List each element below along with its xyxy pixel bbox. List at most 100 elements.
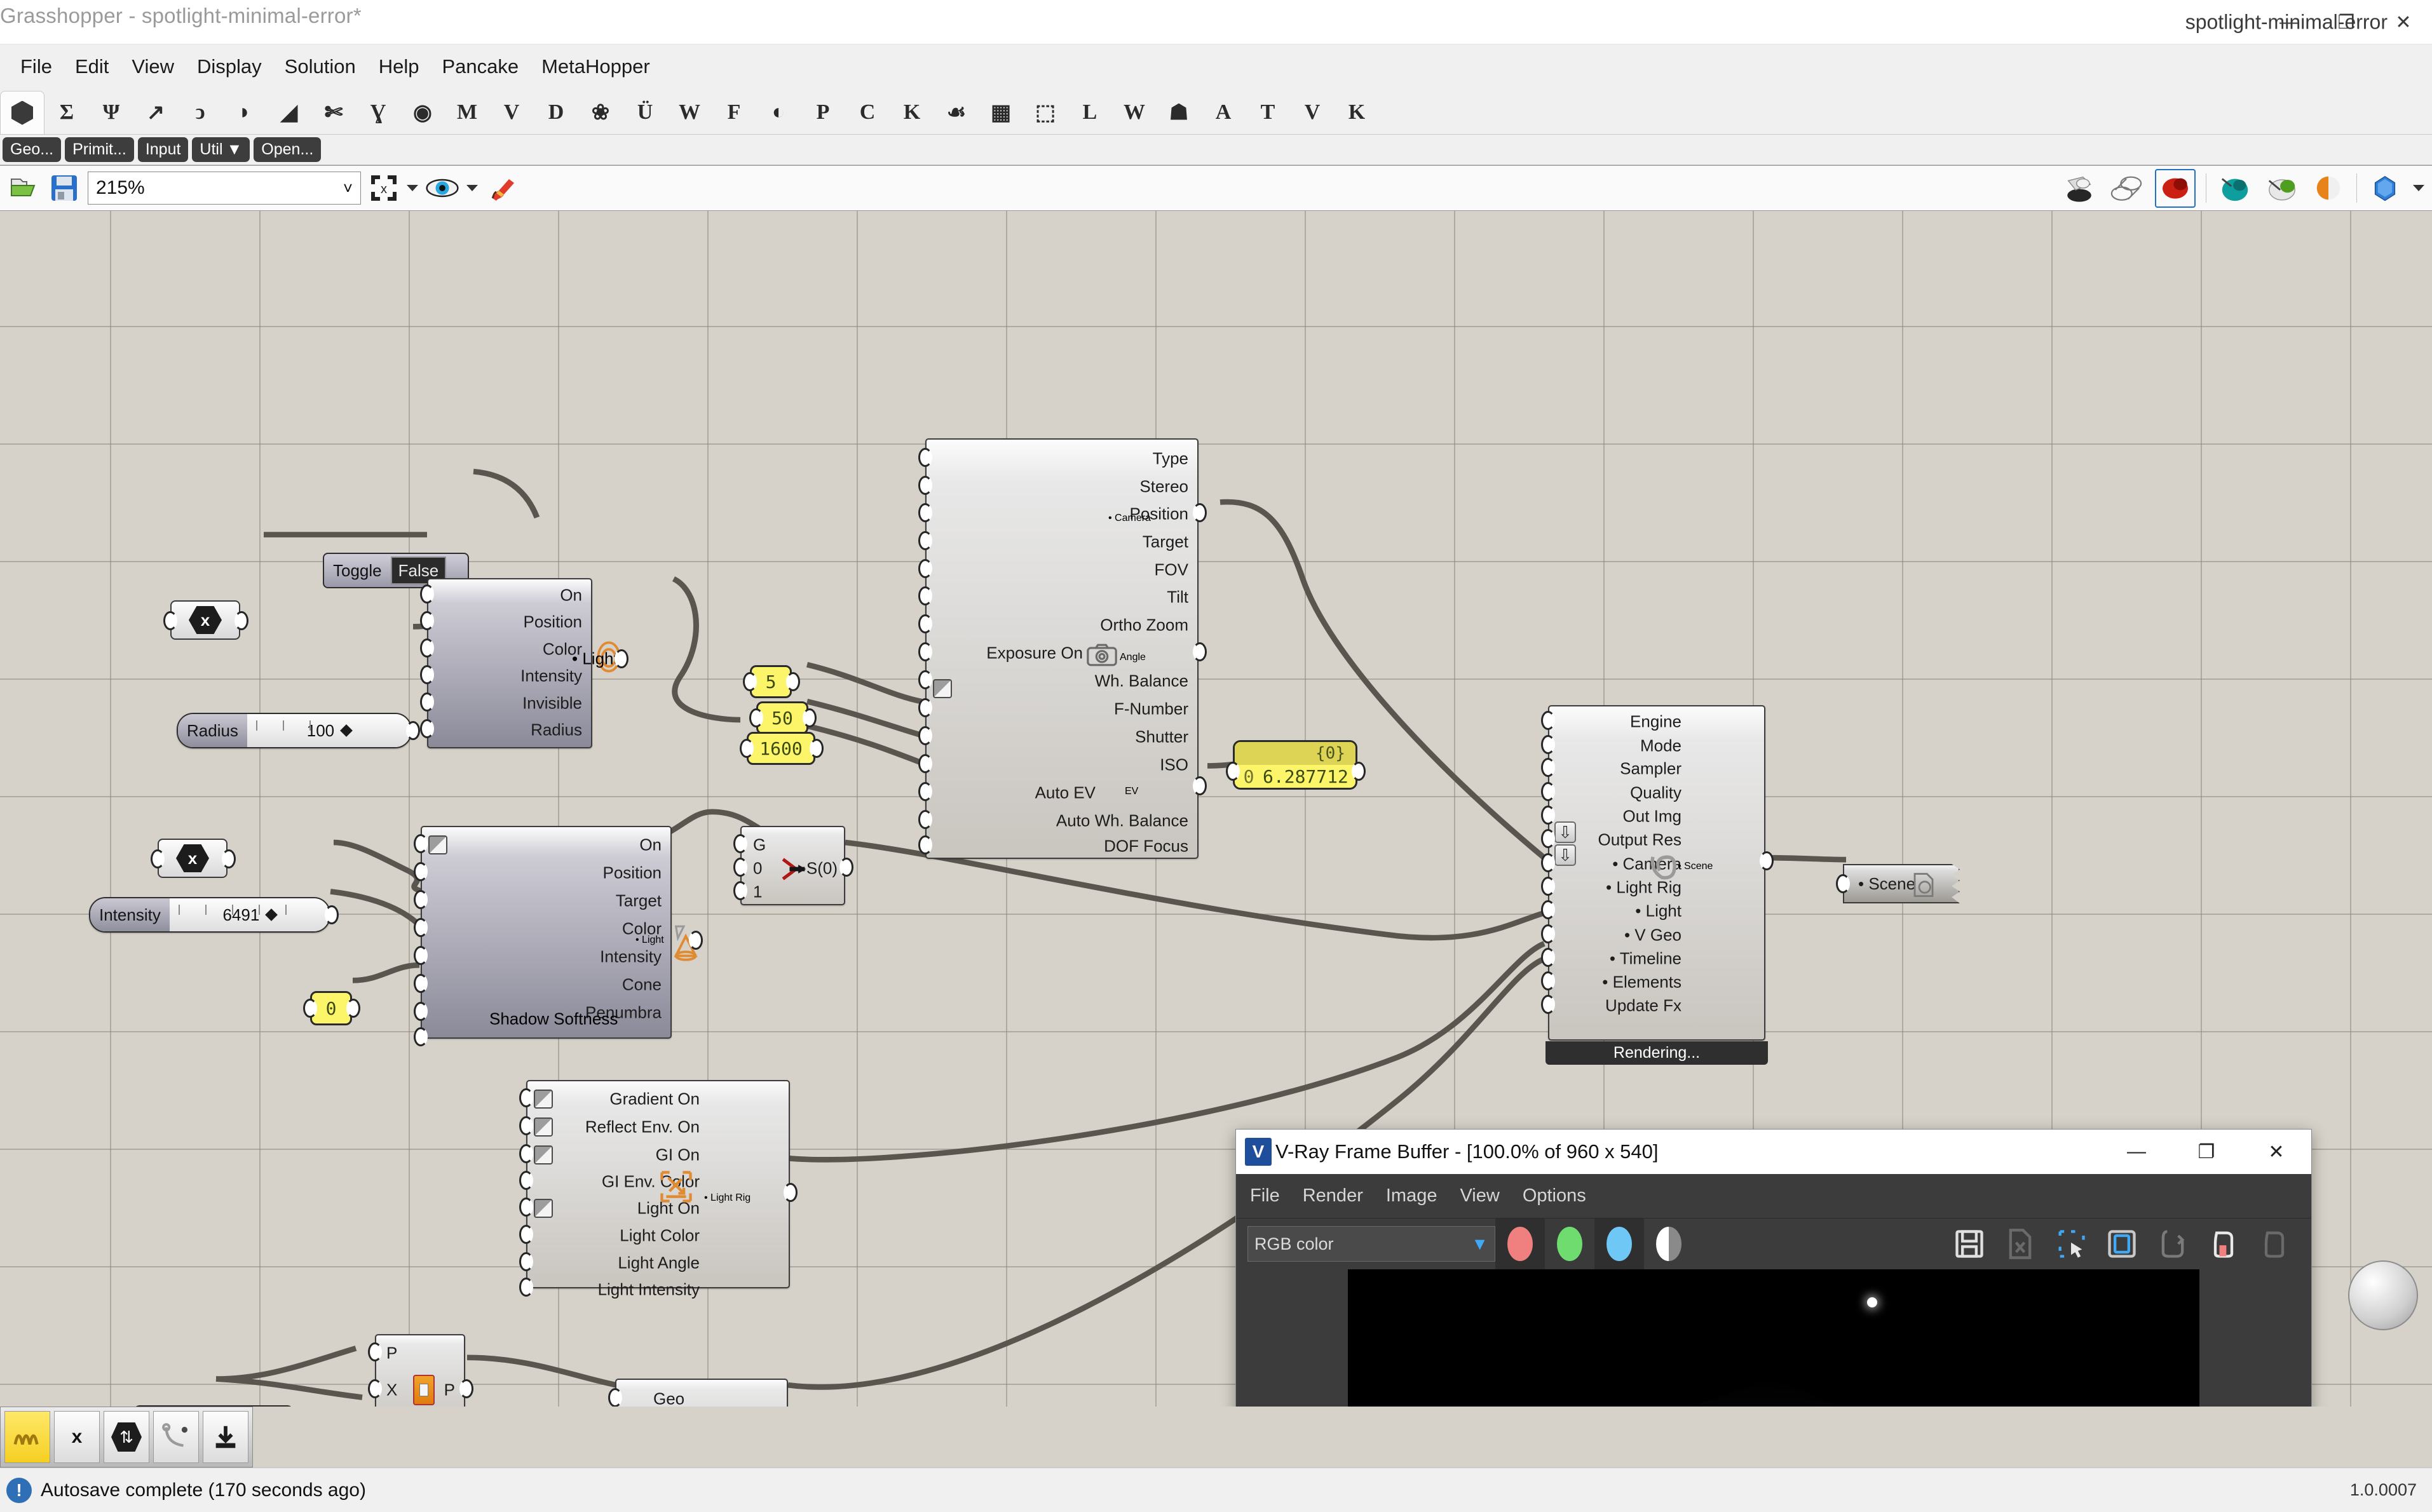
intersect-tab[interactable]: ✄ xyxy=(311,91,356,134)
l-tab[interactable]: L xyxy=(1068,91,1112,134)
rendering-node[interactable]: ⇩ ⇩ Engine Mode Sampler Quality Out Img … xyxy=(1545,705,1768,1065)
geo-port-geo[interactable] xyxy=(608,1388,622,1407)
rig-port-lighton[interactable] xyxy=(519,1198,533,1217)
rig-port-lightcolor[interactable] xyxy=(519,1225,533,1244)
camera-output-ev-port[interactable] xyxy=(1193,776,1207,795)
spot-node-output-port[interactable] xyxy=(689,931,703,950)
light-port-color[interactable] xyxy=(420,638,434,658)
paint-brush-icon[interactable] xyxy=(486,173,520,203)
disable-tool[interactable]: x xyxy=(54,1411,100,1463)
render-port-mode[interactable] xyxy=(1541,735,1555,754)
iso-out-port[interactable] xyxy=(810,739,824,758)
iso-in-port[interactable] xyxy=(740,739,754,758)
vfb-menu-options[interactable]: Options xyxy=(1523,1185,1586,1206)
sets-tab[interactable]: Ψ xyxy=(89,91,133,134)
scene-node[interactable]: • Scene xyxy=(1843,864,1960,903)
shutter-out-port[interactable] xyxy=(803,708,817,727)
render-port-elements[interactable] xyxy=(1541,971,1555,990)
maximize-button[interactable]: ❐ xyxy=(2318,0,2375,44)
vray-frame-buffer-window[interactable]: V V-Ray Frame Buffer - [100.0% of 960 x … xyxy=(1235,1129,2312,1407)
bug-tab[interactable]: ☙ xyxy=(934,91,979,134)
menu-solution[interactable]: Solution xyxy=(273,53,367,81)
camera-port-autowh[interactable] xyxy=(918,810,932,829)
blue-preview-icon[interactable] xyxy=(2367,172,2403,205)
camera-output-camera-port[interactable] xyxy=(1193,503,1207,522)
k-tab[interactable]: K xyxy=(890,91,934,134)
spot-port-cone[interactable] xyxy=(414,974,428,993)
zoom-extents-dropdown[interactable] xyxy=(407,185,418,191)
light-rig-output-port[interactable] xyxy=(784,1183,798,1202)
bake-tool[interactable]: ⇅ xyxy=(104,1411,149,1463)
vfb-menu-file[interactable]: File xyxy=(1250,1185,1280,1206)
light-node-output-port[interactable] xyxy=(615,649,628,668)
navigation-sphere-gizmo[interactable] xyxy=(2348,1260,2418,1330)
rig-port-gradient[interactable] xyxy=(519,1088,533,1107)
grasshopper-canvas[interactable]: Toggle False x Radius 100 On Position Co… xyxy=(0,211,2432,1407)
save-icon[interactable] xyxy=(48,173,80,203)
light-on-checkbox[interactable] xyxy=(534,1199,553,1218)
reflect-env-on-checkbox[interactable] xyxy=(534,1117,553,1137)
light-port-position[interactable] xyxy=(420,611,434,630)
render-port-engine[interactable] xyxy=(1541,711,1555,730)
xnode-bottom[interactable]: x xyxy=(158,839,228,878)
point-port-x[interactable] xyxy=(368,1379,382,1398)
render-port-quality[interactable] xyxy=(1541,782,1555,801)
vfb-menu-render[interactable]: Render xyxy=(1303,1185,1363,1206)
squiggle-tool[interactable] xyxy=(4,1411,50,1463)
camera-port-doffocus[interactable] xyxy=(918,835,932,854)
curve-tab[interactable]: ↄ xyxy=(178,91,222,134)
camera-port-whbalance[interactable] xyxy=(918,670,932,689)
vector-tab[interactable]: ↗ xyxy=(133,91,178,134)
p-tab[interactable]: P xyxy=(801,91,845,134)
shutter-panel[interactable]: 50 xyxy=(756,701,808,734)
menu-file[interactable]: File xyxy=(9,53,64,81)
region-render-icon[interactable] xyxy=(2046,1218,2096,1269)
a-tab[interactable]: A xyxy=(1201,91,1246,134)
shutter-in-port[interactable] xyxy=(749,708,763,727)
orange-preview-icon[interactable] xyxy=(2311,172,2346,205)
gradient-on-checkbox[interactable] xyxy=(534,1090,553,1109)
geo-node[interactable]: Geo • Mtl Visible • V Geo xyxy=(615,1379,788,1407)
iso-panel[interactable]: 1600 xyxy=(747,732,815,765)
render-port-vgeo[interactable] xyxy=(1541,924,1555,943)
camera-port-tilt[interactable] xyxy=(918,586,932,605)
rig-port-lightintensity[interactable] xyxy=(519,1278,533,1297)
spot-port-penumbra[interactable] xyxy=(414,1002,428,1021)
menu-view[interactable]: View xyxy=(120,53,186,81)
close-button[interactable]: ✕ xyxy=(2375,0,2432,44)
zoom-level-combo[interactable]: 215% ˅ xyxy=(88,172,361,205)
camera-port-stereo[interactable] xyxy=(918,476,932,495)
point-port-p[interactable] xyxy=(368,1342,382,1361)
camera-port-autoev[interactable] xyxy=(918,782,932,801)
wire-tool[interactable] xyxy=(153,1411,199,1463)
scene-node-in-port[interactable] xyxy=(1836,874,1850,893)
light-flatten-icon[interactable]: ⇩ xyxy=(1554,821,1576,843)
stop-render-icon[interactable] xyxy=(2249,1218,2300,1269)
vfb-maximize-button[interactable]: ❐ xyxy=(2171,1130,2241,1174)
green-channel-toggle[interactable] xyxy=(1545,1218,1594,1269)
save-image-icon[interactable] xyxy=(1944,1218,1995,1269)
slider-handle-icon[interactable] xyxy=(340,724,353,737)
wireframe-mode-icon[interactable] xyxy=(2108,172,2145,205)
primitive-category[interactable]: Primit... xyxy=(65,137,134,162)
t-tab[interactable]: T xyxy=(1246,91,1290,134)
spot-port-on[interactable] xyxy=(414,834,428,853)
params-tab[interactable] xyxy=(0,91,44,134)
d-tab[interactable]: D xyxy=(534,91,578,134)
point-node[interactable]: P X Y P xyxy=(375,1334,465,1407)
frame-region-icon[interactable] xyxy=(2096,1218,2147,1269)
intensity-slider[interactable]: Intensity 6491 xyxy=(89,897,330,933)
zoom-extents-icon[interactable]: x xyxy=(369,173,399,203)
render-port-sampler[interactable] xyxy=(1541,758,1555,777)
camera-port-type[interactable] xyxy=(918,448,932,467)
red-channel-toggle[interactable] xyxy=(1495,1218,1545,1269)
gi-on-checkbox[interactable] xyxy=(534,1145,553,1164)
transform-tab[interactable]: Ɣ xyxy=(356,91,400,134)
penumbra-panel-out-port[interactable] xyxy=(346,999,360,1018)
vfb-render-area[interactable] xyxy=(1236,1269,2311,1407)
c-tab[interactable]: C xyxy=(845,91,890,134)
fnumber-out-port[interactable] xyxy=(786,672,800,691)
camera-port-target[interactable] xyxy=(918,531,932,550)
spot-port-position[interactable] xyxy=(414,862,428,881)
light-port-radius[interactable] xyxy=(420,719,434,738)
